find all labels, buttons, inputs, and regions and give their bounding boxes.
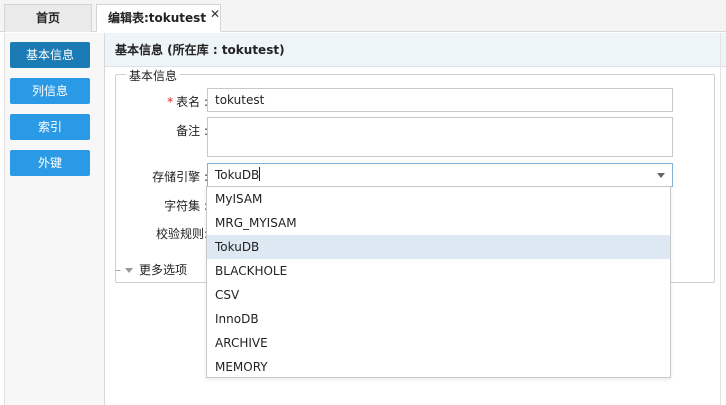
left-nav: 基本信息 列信息 索引 外键 [4, 33, 105, 405]
comment-textarea[interactable] [207, 117, 673, 157]
right-border [720, 33, 721, 405]
tab-home[interactable]: 首页 [4, 4, 92, 32]
table-name-label-text: 表名 : [176, 95, 208, 109]
tab-bar: 首页 编辑表:tokutest ✕ [0, 0, 726, 32]
divider: – [115, 263, 121, 277]
engine-option[interactable]: MyISAM [207, 187, 670, 211]
tab-edit-table[interactable]: 编辑表:tokutest ✕ [96, 4, 221, 32]
comment-label: 备注 : [176, 124, 208, 138]
engine-option[interactable]: BLACKHOLE [207, 259, 670, 283]
text-cursor [259, 167, 261, 181]
tab-edit-label: 编辑表:tokutest [108, 11, 207, 25]
engine-option[interactable]: CSV [207, 283, 670, 307]
nav-indexes-button[interactable]: 索引 [10, 114, 90, 140]
close-icon[interactable]: ✕ [210, 1, 220, 27]
engine-option[interactable]: MRG_MYISAM [207, 211, 670, 235]
engine-option[interactable]: ARCHIVE [207, 331, 670, 355]
chevron-down-icon[interactable] [657, 173, 665, 178]
table-name-value: tokutest [215, 93, 265, 107]
collation-label: 校验规则: [155, 227, 208, 241]
engine-option[interactable]: InnoDB [207, 307, 670, 331]
charset-label: 字符集 : [164, 199, 208, 213]
more-options-toggle[interactable]: – 更多选项 [115, 261, 187, 278]
table-name-input[interactable]: tokutest [207, 88, 673, 112]
triangle-down-icon [125, 268, 133, 273]
more-options-label: 更多选项 [139, 263, 188, 277]
engine-label: 存储引擎 : [152, 170, 208, 184]
page-title: 基本信息 (所在库 : tokutest) [105, 33, 726, 67]
engine-dropdown-list[interactable]: MyISAM MRG_MYISAM TokuDB BLACKHOLE CSV InnoDB… [206, 186, 671, 378]
engine-select-value: TokuDB [215, 168, 260, 182]
engine-option[interactable]: MEMORY [207, 355, 670, 379]
nav-foreign-keys-button[interactable]: 外键 [10, 150, 90, 176]
table-name-label: * 表名 : [116, 93, 208, 110]
engine-option[interactable]: TokuDB [207, 235, 670, 259]
engine-select[interactable]: TokuDB [207, 163, 673, 187]
required-mark: * [167, 95, 174, 109]
nav-columns-button[interactable]: 列信息 [10, 78, 90, 104]
nav-basic-info-button[interactable]: 基本信息 [10, 42, 90, 68]
section-legend: 基本信息 [126, 67, 181, 84]
